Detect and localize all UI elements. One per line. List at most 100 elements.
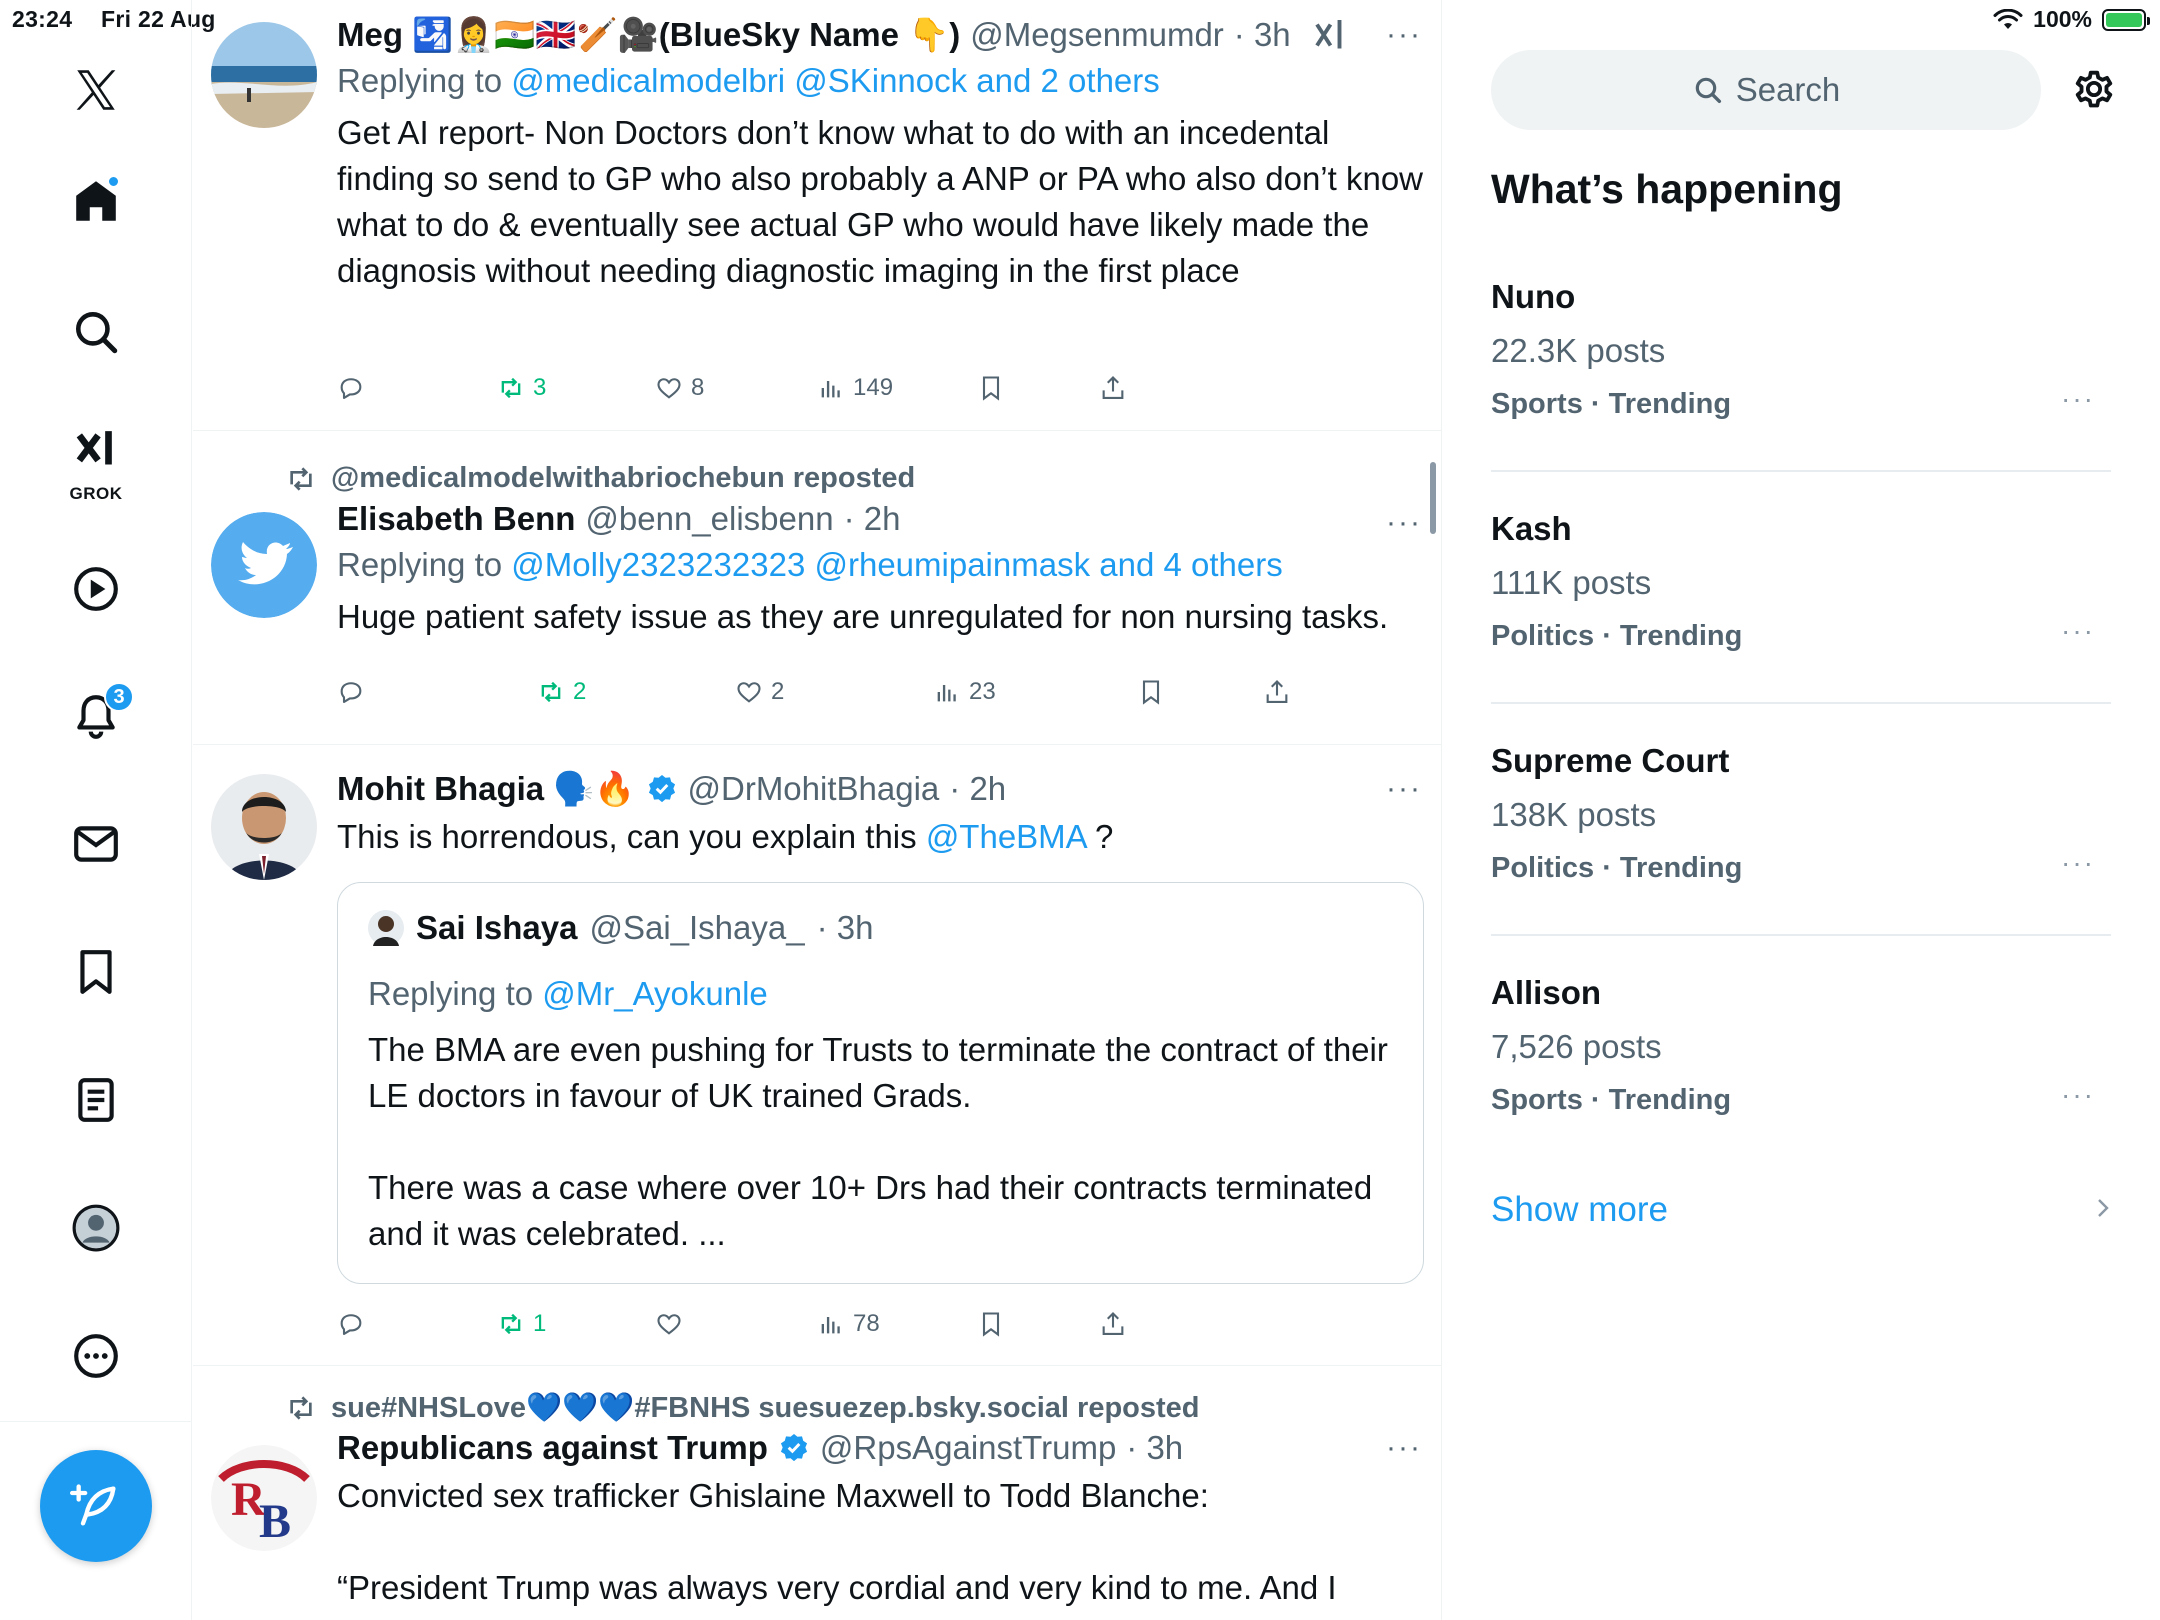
quote-text: The BMA are even pushing for Trusts to t… [368, 1027, 1393, 1257]
replying-to-mentions[interactable]: @Mr_Ayokunle [542, 975, 768, 1012]
reply-icon [340, 1314, 362, 1335]
author-handle[interactable]: @DrMohitBhagia [688, 770, 940, 808]
trend-category: Politics · Trending [1491, 620, 1743, 652]
nav-messages[interactable] [60, 808, 132, 880]
nav-bookmarks[interactable] [60, 936, 132, 1008]
nav-video[interactable] [60, 553, 132, 625]
nav-explore[interactable] [60, 296, 132, 368]
more-options-icon[interactable]: ··· [1386, 506, 1422, 540]
timeline-feed[interactable]: Meg 🛂👩‍⚕️🇮🇳🇬🇧🏏🎥(BlueSky Name 👇) @Megsenm… [193, 0, 1442, 1620]
repost-button[interactable]: 1 [497, 1310, 546, 1338]
author-name[interactable]: Meg 🛂👩‍⚕️🇮🇳🇬🇧🏏🎥(BlueSky Name 👇) [337, 16, 960, 55]
more-options-icon[interactable]: ··· [1386, 772, 1422, 806]
feed-scrollbar[interactable] [1430, 462, 1436, 534]
like-button[interactable]: 2 [735, 678, 784, 706]
mention-link[interactable]: @TheBMA [926, 818, 1086, 855]
post-time[interactable]: · 2h [844, 500, 901, 538]
share-button[interactable] [1099, 374, 1127, 402]
nav-lists[interactable] [60, 1064, 132, 1136]
share-button[interactable] [1263, 678, 1291, 706]
author-handle[interactable]: @benn_elisbenn [585, 500, 833, 538]
views-button[interactable]: 23 [933, 678, 996, 706]
avatar[interactable] [211, 512, 317, 618]
replying-to-label: Replying to [368, 975, 534, 1012]
divider [1491, 934, 2111, 936]
quote-author-handle[interactable]: @Sai_Ishaya_ [589, 909, 804, 947]
trend-item[interactable]: Supreme Court 138K posts Politics · Tren… [1491, 742, 2111, 885]
more-options-icon[interactable]: ··· [1386, 1431, 1422, 1465]
tweet[interactable]: Meg 🛂👩‍⚕️🇮🇳🇬🇧🏏🎥(BlueSky Name 👇) @Megsenm… [193, 0, 1441, 431]
nav-profile[interactable] [60, 1192, 132, 1264]
post-time[interactable]: · 2h [949, 770, 1006, 808]
post-time[interactable]: · 3h [1234, 16, 1291, 54]
nav-home[interactable] [60, 165, 132, 237]
trend-item[interactable]: Kash 111K posts Politics · Trending ··· [1491, 510, 2111, 653]
nav-grok[interactable]: GROK [60, 420, 132, 504]
trend-more-icon[interactable]: ··· [2061, 1079, 2095, 1111]
tweet[interactable]: sue#NHSLove💙💙💙#FBNHS suesuezep.bsky.soci… [193, 1367, 1441, 1620]
more-options-icon[interactable]: ··· [1386, 18, 1422, 52]
bookmark-button[interactable] [977, 1310, 1005, 1338]
heart-icon [737, 682, 761, 703]
replying-to-mentions[interactable]: @medicalmodelbri @SKinnock and 2 others [511, 62, 1159, 99]
repost-context[interactable]: sue#NHSLove💙💙💙#FBNHS suesuezep.bsky.soci… [285, 1391, 1200, 1425]
author-name[interactable]: Republicans against Trump [337, 1429, 768, 1467]
trend-more-icon[interactable]: ··· [2061, 383, 2095, 415]
compose-post-button[interactable] [40, 1450, 152, 1562]
show-more-link[interactable]: Show more [1491, 1190, 1668, 1230]
tweet[interactable]: Mohit Bhagia 🗣️🔥 @DrMohitBhagia · 2h Thi… [193, 746, 1441, 1366]
bookmark-button[interactable] [977, 374, 1005, 402]
avatar[interactable] [211, 22, 317, 128]
avatar[interactable] [211, 774, 317, 880]
replying-to-mentions[interactable]: @Molly2323232323 @rheumipainmask and 4 o… [511, 546, 1282, 583]
repost-icon [501, 377, 521, 399]
trend-post-count: 111K posts [1491, 564, 1652, 601]
author-name[interactable]: Mohit Bhagia 🗣️🔥 [337, 770, 636, 809]
quoted-tweet[interactable]: Sai Ishaya @Sai_Ishaya_ · 3h Replying to… [337, 882, 1424, 1284]
views-chart-icon [821, 381, 840, 398]
repost-button[interactable]: 3 [497, 374, 546, 402]
trend-item[interactable]: Allison 7,526 posts Sports · Trending ··… [1491, 974, 2111, 1117]
tweet[interactable]: @medicalmodelwithabriochebun reposted El… [193, 432, 1441, 745]
views-button[interactable]: 78 [817, 1310, 880, 1338]
reply-button[interactable] [337, 374, 365, 402]
repost-icon [541, 681, 561, 703]
grok-icon[interactable] [1311, 17, 1347, 53]
gear-icon[interactable] [2071, 66, 2117, 112]
bookmark-button[interactable] [1137, 678, 1165, 706]
search-input[interactable]: Search [1491, 50, 2041, 130]
avatar[interactable] [368, 910, 404, 946]
like-button[interactable]: 8 [655, 374, 704, 402]
repost-icon [290, 1396, 312, 1420]
nav-notifications[interactable]: 3 [60, 680, 134, 752]
view-count: 149 [853, 374, 894, 401]
x-logo-icon[interactable] [60, 54, 132, 126]
avatar[interactable]: RB [211, 1445, 317, 1551]
reply-button[interactable] [337, 678, 365, 706]
repost-context[interactable]: @medicalmodelwithabriochebun reposted [285, 462, 915, 495]
author-handle[interactable]: @RpsAgainstTrump [820, 1429, 1116, 1467]
chevron-right-icon[interactable] [2091, 1196, 2115, 1220]
trend-more-icon[interactable]: ··· [2061, 847, 2095, 879]
trend-category: Politics · Trending [1491, 852, 1743, 884]
feather-plus-icon [70, 1484, 116, 1526]
views-button[interactable]: 149 [817, 374, 893, 402]
like-button[interactable] [655, 1310, 683, 1338]
verified-badge-icon [648, 775, 675, 803]
reply-button[interactable] [337, 1310, 365, 1338]
repost-button[interactable]: 2 [537, 678, 586, 706]
author-name[interactable]: Elisabeth Benn [337, 500, 575, 538]
trend-more-icon[interactable]: ··· [2061, 615, 2095, 647]
author-handle[interactable]: @Megsenmumdr [970, 16, 1224, 54]
notifications-badge: 3 [104, 682, 134, 712]
quote-author-name[interactable]: Sai Ishaya [416, 909, 577, 947]
view-count: 23 [969, 678, 996, 705]
share-button[interactable] [1099, 1310, 1127, 1338]
post-time[interactable]: · 3h [1126, 1429, 1183, 1467]
replying-to: Replying to @medicalmodelbri @SKinnock a… [337, 62, 1424, 100]
quote-post-time[interactable]: · 3h [817, 909, 874, 947]
heart-icon [657, 378, 681, 399]
play-circle-icon [74, 567, 118, 611]
trend-item[interactable]: Nuno 22.3K posts Sports · Trending ··· [1491, 278, 2111, 421]
nav-more[interactable] [60, 1320, 132, 1392]
